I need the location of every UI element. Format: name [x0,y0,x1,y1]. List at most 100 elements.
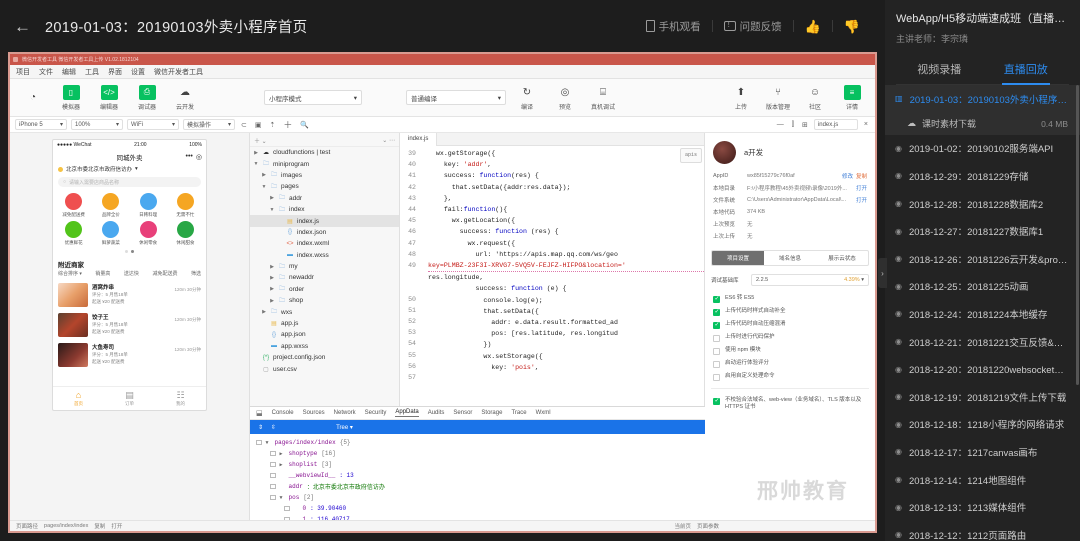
footer-page-params[interactable]: 页面参数 [697,522,719,530]
file-tree-node[interactable]: ▼ 🗀 pages [250,181,399,192]
editor-tab-index-js[interactable]: index.js [400,132,438,146]
seg-project-settings[interactable]: 项目设置 [712,251,764,265]
checkbox-icon[interactable] [713,295,720,303]
row-checkbox[interactable] [270,461,276,468]
checkbox-icon[interactable] [713,397,720,405]
file-tree-node[interactable]: ▶ 🗀 wxs [250,306,399,317]
row-checkbox[interactable] [270,450,276,457]
toolbar-simulator-button[interactable]: ▯ 模拟器 [54,84,88,111]
checkbox-icon[interactable] [713,373,720,381]
file-tree-node[interactable]: ▬ app.wxss [250,341,399,352]
lesson-item[interactable]: ◉ 2018-12-24：20181224本地缓存 [885,300,1080,328]
appdata-row[interactable]: 0 : 39.90460 [250,503,705,514]
explorer-collapse-icon[interactable]: ⌄ ⋯ [382,137,395,144]
tabbar-home[interactable]: ⌂ 首页 [53,387,104,410]
file-tree-node[interactable]: ▼ 🗀 index [250,204,399,215]
footer-copy-button[interactable]: 复制 [94,522,105,530]
row-checkbox[interactable] [270,483,276,490]
row-checkbox[interactable] [270,472,276,479]
phone-preview[interactable]: ●●●●● WeChat 21:00 100% 同城外卖 ••• ◎ 北京市委北… [52,139,207,411]
shop-item[interactable]: 酒窝炸串 评分：5 月售18单 起送 ¥20 配送费 120m 30分钟 [53,280,206,310]
tree-arrow-icon[interactable]: ▶ [261,309,267,315]
watch-on-phone-button[interactable]: 手机观看 [635,19,712,34]
footer-open-button[interactable]: 打开 [111,522,122,530]
debugger-tab-storage[interactable]: Storage [481,410,502,416]
toolbar-compile-button[interactable]: ↻ 编译 [510,85,544,111]
menu-view[interactable]: 界面 [108,67,122,77]
compile-select[interactable]: 普通编译 ▾ [406,90,506,105]
back-arrow-icon[interactable]: ← [14,18,31,35]
tree-arrow-icon[interactable]: ▼ [253,161,259,167]
category-item[interactable]: 无需不忙 [167,193,204,218]
file-tree-node[interactable]: ▤ app.js [250,318,399,329]
zoom-select[interactable]: 100% ▾ [71,119,123,130]
simulate-action-select[interactable]: 模拟操作 ▾ [183,119,235,130]
sidebar-scrollbar[interactable] [1076,85,1079,385]
file-tree-node[interactable]: ▶ ☁ cloudfunctions | test [250,147,399,158]
disclosure-triangle-icon[interactable]: ▼ [280,495,285,501]
feedback-button[interactable]: 问题反馈 [713,19,793,34]
checkbox-icon[interactable] [713,360,720,368]
toolbar-realdevice-button[interactable]: ⌸ 真机调试 [586,85,620,111]
split-icon[interactable]: ⫿ [790,121,796,129]
add-icon[interactable]: ＋ [281,118,294,131]
appdata-row[interactable]: ▼ pos [2] [250,492,705,503]
inspect-element-icon[interactable]: ⬓ [256,409,263,417]
collapse-all-icon[interactable]: ⇳ [271,424,276,431]
settings-checkbox[interactable]: 上传代码时样式自动补全 [705,305,875,318]
appdata-row[interactable]: ▶ shoptype [16] [250,448,705,459]
shop-search-input[interactable]: ○ 请输入需要店商品名称 [58,177,201,187]
appdata-row[interactable]: ▶ shoplist [3] [250,459,705,470]
debugger-tab-sources[interactable]: Sources [303,410,325,416]
toolbar-editor-button[interactable]: </> 编辑器 [92,84,126,111]
file-tree-node[interactable]: ▶ 🗀 shop [250,295,399,306]
file-tree-node[interactable]: ▶ 🗀 addr [250,193,399,204]
open-file-select[interactable]: index.js [813,119,858,130]
debugger-tab-console[interactable]: Console [272,410,294,416]
file-tree-node[interactable]: {} app.json [250,329,399,340]
settings-checkbox[interactable]: 不校验合法域名、web-view（业务域名）、TLS 版本以及 HTTPS 证书 [705,394,875,414]
apis-panel-button[interactable]: apis [679,148,702,164]
row-checkbox[interactable] [256,439,262,446]
file-tree-node[interactable]: ▼ 🗀 miniprogram [250,158,399,169]
debugger-tab-security[interactable]: Security [365,410,387,416]
settings-checkbox[interactable]: 使用 npm 模块 [705,344,875,357]
file-tree-node[interactable]: ▶ 🗀 newaddr [250,272,399,283]
device-select[interactable]: iPhone 5 ▾ [15,119,67,130]
tree-mode-select[interactable]: Tree ▾ [336,424,353,431]
lesson-item[interactable]: ◉ 2018-12-13：1213媒体组件 [885,493,1080,521]
lesson-item[interactable]: ◉ 2018-12-28：20181228数据库2 [885,190,1080,218]
filter-discount[interactable]: 减免配送费 [152,270,177,277]
row-checkbox[interactable] [284,505,290,512]
footer-current-page[interactable]: 当前页 [674,522,691,530]
seg-domain-info[interactable]: 域名信息 [764,251,816,265]
file-tree-node[interactable]: ▶ 🗀 order [250,284,399,295]
tab-live-replay[interactable]: 直播回放 [983,55,1070,85]
debugger-tab-sensor[interactable]: Sensor [453,410,472,416]
appdata-row[interactable]: __webviewId__ : 13 [250,470,705,481]
appdata-row[interactable]: ▼ pages/index/index {5} [250,437,705,448]
row-checkbox[interactable] [270,494,276,501]
filter-speed[interactable]: 送达快 [124,270,139,277]
toolbar-upload-button[interactable]: ⬆ 上传 [724,85,758,111]
filter-more[interactable]: 筛选 [191,270,201,277]
checkbox-icon[interactable] [713,334,720,342]
file-tree-node[interactable]: ▬ index.wxss [250,250,399,261]
mode-select[interactable]: 小程序模式 ▾ [264,90,362,105]
category-item[interactable]: 鲜萝蔬菜 [92,221,129,246]
menu-edit[interactable]: 编辑 [62,67,76,77]
search-icon[interactable]: 🔍 [298,121,311,129]
minimize-icon[interactable]: — [775,121,786,128]
address-row[interactable]: 北京市委北京市政府信访办 ▾ [53,163,206,175]
tree-arrow-icon[interactable]: ▼ [261,184,267,190]
tree-arrow-icon[interactable]: ▼ [269,207,275,213]
account-avatar-button[interactable]: ◔ [16,90,50,105]
lesson-item[interactable]: ◉ 2018-12-14：1214地图组件 [885,466,1080,494]
info-action[interactable]: 复制 [856,172,867,180]
settings-checkbox[interactable]: 上传代码时自动压缩混淆 [705,318,875,331]
lesson-item[interactable]: ◉ 2018-12-18：1218小程序的网络请求 [885,411,1080,439]
base-library-select[interactable]: 2.2.5 4.39% ▾ [751,274,869,286]
settings-checkbox[interactable]: 启用自定义处理命令 [705,370,875,383]
explorer-actions-icon[interactable]: ＋ ⌄ [254,136,267,145]
lesson-item[interactable]: ◉ 2018-12-20：20181220websocket+获... [885,355,1080,383]
